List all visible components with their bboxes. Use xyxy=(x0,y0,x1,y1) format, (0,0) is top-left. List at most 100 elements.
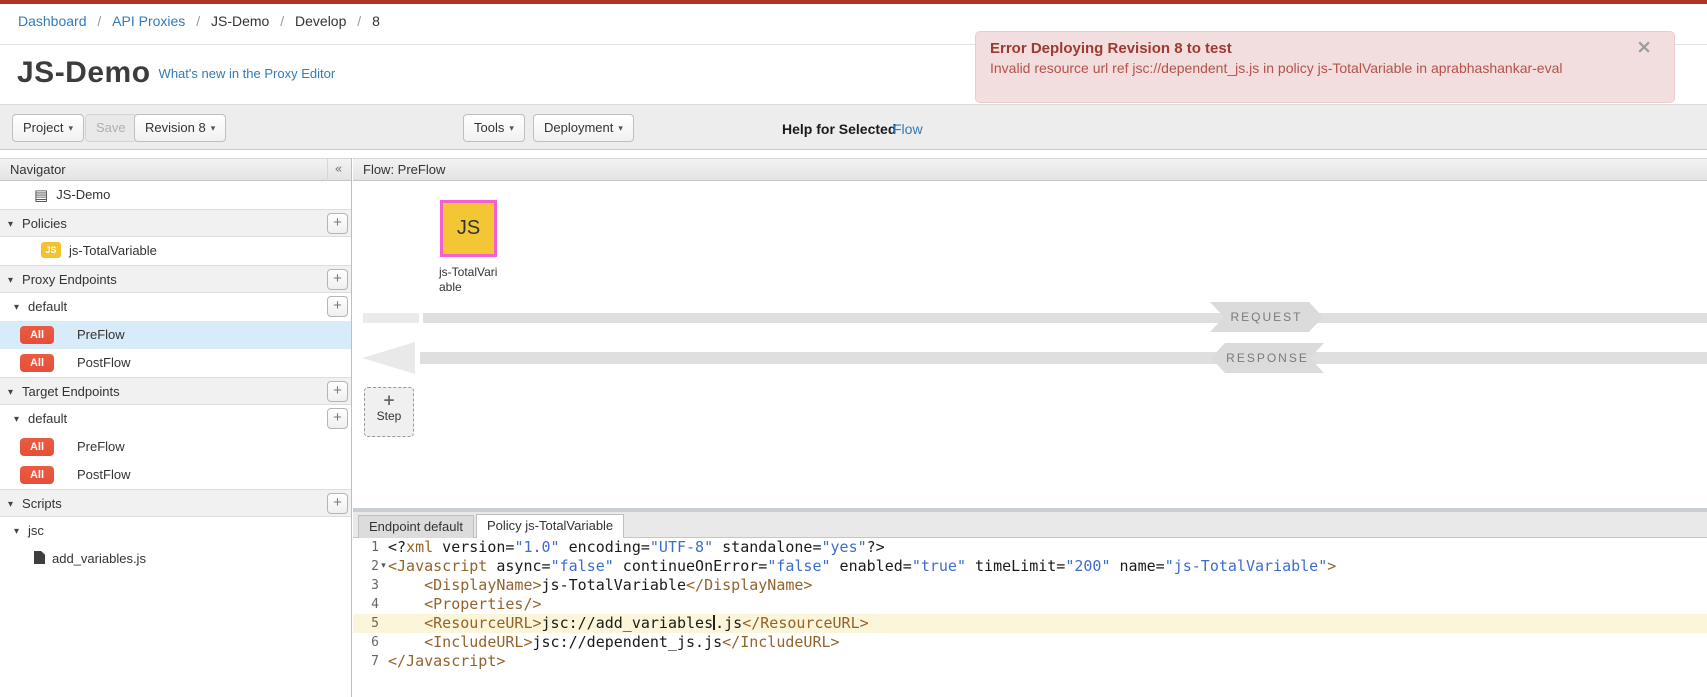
breadcrumb-separator: / xyxy=(353,13,365,29)
deployment-button[interactable]: Deployment▾ xyxy=(533,114,634,142)
line-number: 2 xyxy=(353,557,379,576)
add-button[interactable]: + xyxy=(327,296,348,317)
tools-button[interactable]: Tools▾ xyxy=(463,114,525,142)
add-step-button[interactable]: + Step xyxy=(364,387,414,437)
fold-gutter xyxy=(379,538,388,557)
code-token: standalone= xyxy=(713,538,821,556)
project-button[interactable]: Project▾ xyxy=(12,114,84,142)
code-editor[interactable]: 1<?xml version="1.0" encoding="UTF-8" st… xyxy=(353,538,1707,697)
add-button[interactable]: + xyxy=(327,408,348,429)
sidebar-item-label: add_variables.js xyxy=(52,551,146,566)
error-title: Error Deploying Revision 8 to test xyxy=(990,40,1614,57)
plus-icon: + xyxy=(365,392,413,408)
sidebar-item-label: PostFlow xyxy=(77,467,130,482)
code-text: </Javascript> xyxy=(388,652,505,671)
code-token: continueOnError= xyxy=(614,557,768,575)
breadcrumb-separator: / xyxy=(192,13,204,29)
line-number: 7 xyxy=(353,652,379,671)
sidebar-item-scripts[interactable]: ▾Scripts+ xyxy=(0,489,351,517)
whats-new-link[interactable]: What's new in the Proxy Editor xyxy=(159,66,336,81)
sidebar-item-jsc[interactable]: ▾jsc xyxy=(0,517,351,545)
flow-header: Flow: PreFlow xyxy=(353,158,1707,181)
add-button[interactable]: + xyxy=(327,493,348,514)
line-number: 6 xyxy=(353,633,379,652)
tab-policy-js-totalvariable[interactable]: Policy js-TotalVariable xyxy=(476,514,624,538)
revision-button[interactable]: Revision 8▾ xyxy=(134,114,226,142)
navigator-panel: Navigator « ▤ JS-Demo ▾ Policies + JSjs-Total… xyxy=(0,158,352,697)
code-line-6[interactable]: 6 <IncludeURL>jsc://dependent_js.js</Inc… xyxy=(353,633,1707,652)
sidebar-item-preflow[interactable]: AllPreFlow xyxy=(0,433,351,461)
policy-icon-js[interactable]: JS xyxy=(440,200,497,257)
save-button[interactable]: Save xyxy=(85,114,137,142)
breadcrumb-item-dashboard[interactable]: Dashboard xyxy=(18,13,87,29)
code-line-4[interactable]: 4 <Properties/> xyxy=(353,595,1707,614)
sidebar-item-target-endpoints[interactable]: ▾Target Endpoints+ xyxy=(0,377,351,405)
code-line-7[interactable]: 7 </Javascript> xyxy=(353,652,1707,671)
sidebar-item-default[interactable]: ▾ default + xyxy=(0,405,351,433)
line-number: 1 xyxy=(353,538,379,557)
sidebar-item-proxy-endpoints[interactable]: ▾Proxy Endpoints+ xyxy=(0,265,351,293)
code-line-3[interactable]: 3 <DisplayName>js-TotalVariable</Display… xyxy=(353,576,1707,595)
sidebar-item-label: Policies xyxy=(22,216,67,231)
collapse-sidebar-icon[interactable]: « xyxy=(327,159,349,181)
breadcrumb-item-develop: Develop xyxy=(295,13,346,29)
code-token xyxy=(388,633,424,651)
fold-gutter xyxy=(379,633,388,652)
code-token: "true" xyxy=(912,557,966,575)
close-icon[interactable]: × xyxy=(1636,38,1652,57)
fold-gutter xyxy=(379,614,388,633)
chevron-down-icon: ▾ xyxy=(509,124,514,134)
all-badge: All xyxy=(20,326,54,344)
code-token xyxy=(388,614,424,632)
code-token: <Javascript xyxy=(388,557,487,575)
line-number: 4 xyxy=(353,595,379,614)
fold-gutter xyxy=(379,595,388,614)
navigator-tree: ▤ JS-Demo ▾ Policies + JSjs-TotalVariable▾Pro… xyxy=(0,181,351,573)
add-button[interactable]: + xyxy=(327,269,348,290)
tab-endpoint-default[interactable]: Endpoint default xyxy=(358,515,474,538)
sidebar-item-add-variables-js[interactable]: add_variables.js xyxy=(0,545,351,573)
sidebar-item-js-demo[interactable]: ▤ JS-Demo xyxy=(0,181,351,209)
code-token: .js xyxy=(715,614,742,632)
code-token: ?> xyxy=(867,538,885,556)
sidebar-item-default[interactable]: ▾default+ xyxy=(0,293,351,321)
response-arrow-icon xyxy=(362,342,415,374)
code-line-2[interactable]: 2▾<Javascript async="false" continueOnEr… xyxy=(353,557,1707,576)
flow-help-link[interactable]: Flow xyxy=(893,121,923,137)
chevron-down-icon: ▾ xyxy=(211,124,216,134)
sidebar-item-preflow[interactable]: AllPreFlow xyxy=(0,321,351,349)
breadcrumb-item-api-proxies[interactable]: API Proxies xyxy=(112,13,185,29)
code-token: "UTF-8" xyxy=(650,538,713,556)
code-text: <IncludeURL>jsc://dependent_js.js</Inclu… xyxy=(388,633,840,652)
sidebar-item-postflow[interactable]: AllPostFlow xyxy=(0,461,351,489)
fold-icon: ▾ xyxy=(379,557,388,576)
navigator-title: Navigator xyxy=(10,162,66,177)
sidebar-item-label: default xyxy=(28,411,67,426)
sidebar-item-label: JS-Demo xyxy=(56,187,110,202)
sidebar-item-postflow[interactable]: AllPostFlow xyxy=(0,349,351,377)
add-button[interactable]: + xyxy=(327,213,348,234)
chevron-down-icon: ▾ xyxy=(8,387,13,398)
code-token: > xyxy=(1327,557,1336,575)
help-for-selected-label: Help for Selected xyxy=(782,121,896,137)
chevron-down-icon: ▾ xyxy=(14,414,19,425)
code-line-5[interactable]: 5 <ResourceURL>jsc://add_variables.js</R… xyxy=(353,614,1707,633)
sidebar-item-policies[interactable]: ▾Policies+ xyxy=(0,209,351,237)
policy-label: js-TotalVariable xyxy=(439,265,499,295)
code-line-1[interactable]: 1<?xml version="1.0" encoding="UTF-8" st… xyxy=(353,538,1707,557)
breadcrumb: Dashboard / API Proxies / JS-Demo / Deve… xyxy=(18,13,380,29)
sidebar-item-js-totalvariable[interactable]: JSjs-TotalVariable xyxy=(0,237,351,265)
request-line-start xyxy=(363,313,419,323)
code-token: <ResourceURL> xyxy=(424,614,541,632)
all-badge: All xyxy=(20,438,54,456)
request-banner: REQUEST xyxy=(1210,302,1323,332)
flow-title: Flow: PreFlow xyxy=(363,162,445,177)
code-token: version= xyxy=(433,538,514,556)
proxy-icon: ▤ xyxy=(34,186,48,204)
code-token: encoding= xyxy=(560,538,650,556)
breadcrumb-item-8: 8 xyxy=(372,13,380,29)
code-text: <DisplayName>js-TotalVariable</DisplayNa… xyxy=(388,576,812,595)
add-button[interactable]: + xyxy=(327,381,348,402)
code-token: </IncludeURL> xyxy=(722,633,839,651)
code-token: js-TotalVariable xyxy=(542,576,687,594)
